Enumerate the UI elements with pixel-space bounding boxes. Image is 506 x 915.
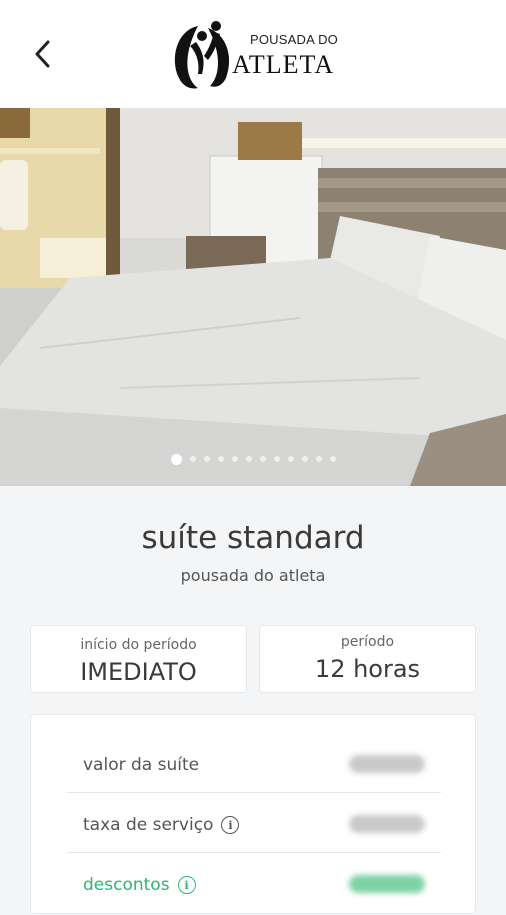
price-row-discounts: descontos i (67, 855, 441, 915)
pagination-dot[interactable] (315, 456, 322, 462)
period-start-value: IMEDIATO (80, 658, 197, 686)
price-value-hidden (349, 875, 425, 893)
suite-photo[interactable] (0, 108, 506, 486)
pagination-dot[interactable] (301, 456, 308, 462)
price-value-hidden (349, 755, 425, 773)
pagination-dot[interactable] (273, 456, 280, 462)
period-label: período (340, 634, 395, 650)
price-row-service-fee: taxa de serviço i (67, 795, 441, 855)
athletes-emblem-icon (174, 21, 230, 89)
gallery-pagination[interactable] (0, 452, 506, 466)
price-row-label: descontos i (83, 855, 196, 915)
pagination-dot[interactable] (189, 456, 196, 462)
pagination-dot[interactable] (329, 456, 336, 462)
chevron-left-icon (35, 40, 50, 68)
period-card: período 12 horas (259, 625, 476, 693)
pagination-dot[interactable] (217, 456, 224, 462)
period-start-label: início do período (80, 637, 197, 653)
suite-title: suíte standard (141, 520, 365, 556)
pagination-dot[interactable] (231, 456, 238, 462)
info-icon[interactable]: i (221, 816, 240, 834)
period-value: 12 horas (314, 655, 421, 683)
app-header: POUSADA DO ATLETA (0, 0, 506, 108)
pagination-dot[interactable] (203, 456, 210, 462)
bedroom-photo (0, 108, 506, 486)
price-row-suite: valor da suíte (67, 735, 441, 795)
divider (67, 792, 441, 793)
pagination-dot[interactable] (245, 456, 252, 462)
info-icon[interactable]: i (177, 876, 196, 894)
suite-subtitle: pousada do atleta (180, 566, 326, 585)
logo-text-main: ATLETA (232, 50, 335, 79)
price-summary-card: valor da suíte taxa de serviço i descont… (30, 714, 476, 914)
logo-text-top: POUSADA DO (250, 32, 338, 47)
period-start-card: início do período IMEDIATO (30, 625, 247, 693)
divider (67, 852, 441, 853)
price-value-hidden (349, 815, 425, 833)
back-button[interactable] (24, 34, 60, 74)
brand-logo: POUSADA DO ATLETA (168, 16, 340, 94)
pagination-dot[interactable] (287, 456, 294, 462)
pagination-dot[interactable] (170, 453, 182, 465)
price-row-label: valor da suíte (83, 755, 200, 775)
pagination-dot[interactable] (259, 456, 266, 462)
price-row-label: taxa de serviço i (83, 795, 240, 855)
